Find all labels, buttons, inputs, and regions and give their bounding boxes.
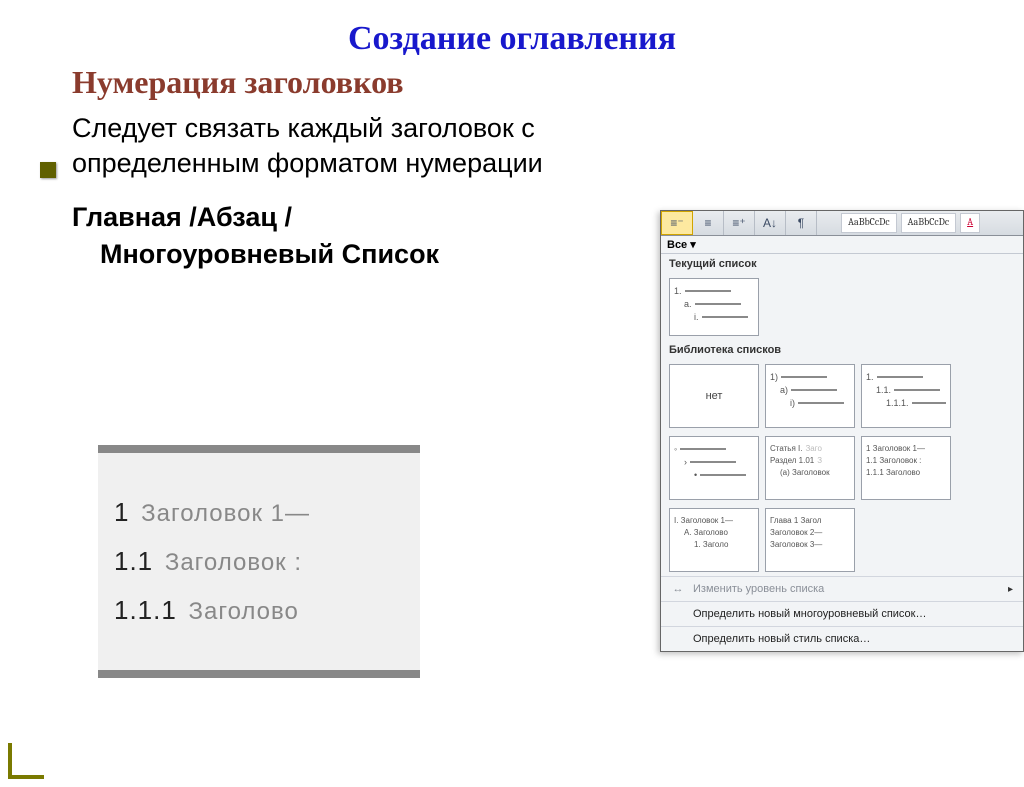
thumb-heading-decimal[interactable]: 1 Заголовок 1— 1.1 Заголовок : 1.1.1 Заг… xyxy=(861,436,951,500)
cur-l2: a. xyxy=(684,299,692,309)
t13-b: 1.1. xyxy=(876,385,891,395)
t21-c: • xyxy=(694,470,697,480)
bullet-icon xyxy=(40,162,56,178)
menu-define-style-label: Определить новый стиль списка… xyxy=(693,633,870,645)
sample-text-1: Заголовок 1— xyxy=(141,500,310,527)
t21-a: ◦ xyxy=(674,444,677,454)
sample-row-2: 1.1 Заголовок : xyxy=(114,546,414,577)
t12-b: a) xyxy=(780,385,788,395)
t31-b: A. Заголово xyxy=(684,528,728,537)
t23-c: 1.1.1 Заголово xyxy=(866,468,920,477)
t22-b: Раздел 1.01 xyxy=(770,456,814,465)
thumb-roman-heading[interactable]: I. Заголовок 1— A. Заголово 1. Заголо xyxy=(669,508,759,572)
sample-num-2: 1.1 xyxy=(114,546,153,576)
thumb-none[interactable]: нет xyxy=(669,364,759,428)
t13-c: 1.1.1. xyxy=(886,398,909,408)
thumb-none-label: нет xyxy=(670,365,758,427)
path-line2: Многоуровневый Список xyxy=(100,239,439,269)
t22-a2: Заго xyxy=(805,444,821,453)
t22-b2: З xyxy=(817,456,822,465)
menu-change-level-label: Изменить уровень списка xyxy=(693,583,824,595)
cur-l3: i. xyxy=(694,312,699,322)
slide-body: Следует связать каждый заголовок с опред… xyxy=(72,111,592,181)
t32-a: Глава 1 Загол xyxy=(770,516,821,525)
define-list-icon xyxy=(671,607,685,621)
slide-title: Создание оглавления xyxy=(0,20,1024,58)
sample-row-1: 1 Заголовок 1— xyxy=(114,497,414,528)
t32-b: Заголовок 2— xyxy=(770,528,822,537)
style-preview-3[interactable]: A xyxy=(960,213,980,233)
t22-c: (a) Заголовок xyxy=(780,468,830,477)
all-dropdown[interactable]: Все ▾ xyxy=(661,236,1023,254)
thumb-article[interactable]: Статья I.Заго Раздел 1.01З (a) Заголовок xyxy=(765,436,855,500)
heading-sample-box: 1 Заголовок 1— 1.1 Заголовок : 1.1.1 Заг… xyxy=(98,445,420,678)
section-current-list: Текущий список xyxy=(661,254,1023,274)
submenu-arrow-icon: ▸ xyxy=(1008,584,1013,595)
sample-num-1: 1 xyxy=(114,497,129,527)
thumb-bullets[interactable]: ◦ › • xyxy=(669,436,759,500)
thumb-paren[interactable]: 1) a) i) xyxy=(765,364,855,428)
menu-change-level: ↔ Изменить уровень списка ▸ xyxy=(661,576,1023,601)
t23-a: 1 Заголовок 1— xyxy=(866,444,925,453)
style-preview-2[interactable]: AaBbCcDc xyxy=(901,213,957,233)
menu-define-new-multilevel[interactable]: Определить новый многоуровневый список… xyxy=(661,601,1023,626)
t23-b: 1.1 Заголовок : xyxy=(866,456,921,465)
path-line1: Главная /Абзац / xyxy=(72,202,292,232)
t32-c: Заголовок 3— xyxy=(770,540,822,549)
sample-row-3: 1.1.1 Заголово xyxy=(114,595,414,626)
t31-a: I. Заголовок 1— xyxy=(674,516,733,525)
menu-define-new-style[interactable]: Определить новый стиль списка… xyxy=(661,626,1023,651)
multilevel-list-dropdown: ≡⁻ ≡ ≡⁺ A↓ ¶ AaBbCcDc AaBbCcDc A Все ▾ Т… xyxy=(660,210,1024,652)
section-library: Библиотека списков xyxy=(661,340,1023,360)
t12-a: 1) xyxy=(770,372,778,382)
ribbon-toolbar: ≡⁻ ≡ ≡⁺ A↓ ¶ AaBbCcDc AaBbCcDc A xyxy=(661,211,1023,236)
sample-text-2: Заголовок : xyxy=(165,549,302,576)
t13-a: 1. xyxy=(866,372,874,382)
thumb-decimal[interactable]: 1. 1.1. 1.1.1. xyxy=(861,364,951,428)
corner-decoration xyxy=(8,743,44,779)
increase-indent-icon[interactable]: ≡⁺ xyxy=(724,211,755,235)
t12-c: i) xyxy=(790,398,795,408)
change-level-icon: ↔ xyxy=(671,582,685,596)
t21-b: › xyxy=(684,457,687,467)
slide-subtitle: Нумерация заголовков xyxy=(72,64,1024,101)
decrease-indent-icon[interactable]: ≡ xyxy=(693,211,724,235)
menu-define-multilevel-label: Определить новый многоуровневый список… xyxy=(693,608,926,620)
t22-a: Статья I. xyxy=(770,444,802,453)
thumb-chapter[interactable]: Глава 1 Загол Заголовок 2— Заголовок 3— xyxy=(765,508,855,572)
t31-c: 1. Заголо xyxy=(694,540,728,549)
show-marks-icon[interactable]: ¶ xyxy=(786,211,817,235)
define-style-icon xyxy=(671,632,685,646)
cur-l1: 1. xyxy=(674,286,682,296)
sample-text-3: Заголово xyxy=(189,598,299,625)
sort-icon[interactable]: A↓ xyxy=(755,211,786,235)
multilevel-list-icon[interactable]: ≡⁻ xyxy=(661,211,693,235)
sample-num-3: 1.1.1 xyxy=(114,595,177,625)
style-preview-1[interactable]: AaBbCcDc xyxy=(841,213,897,233)
thumb-current[interactable]: 1. a. i. xyxy=(669,278,759,336)
